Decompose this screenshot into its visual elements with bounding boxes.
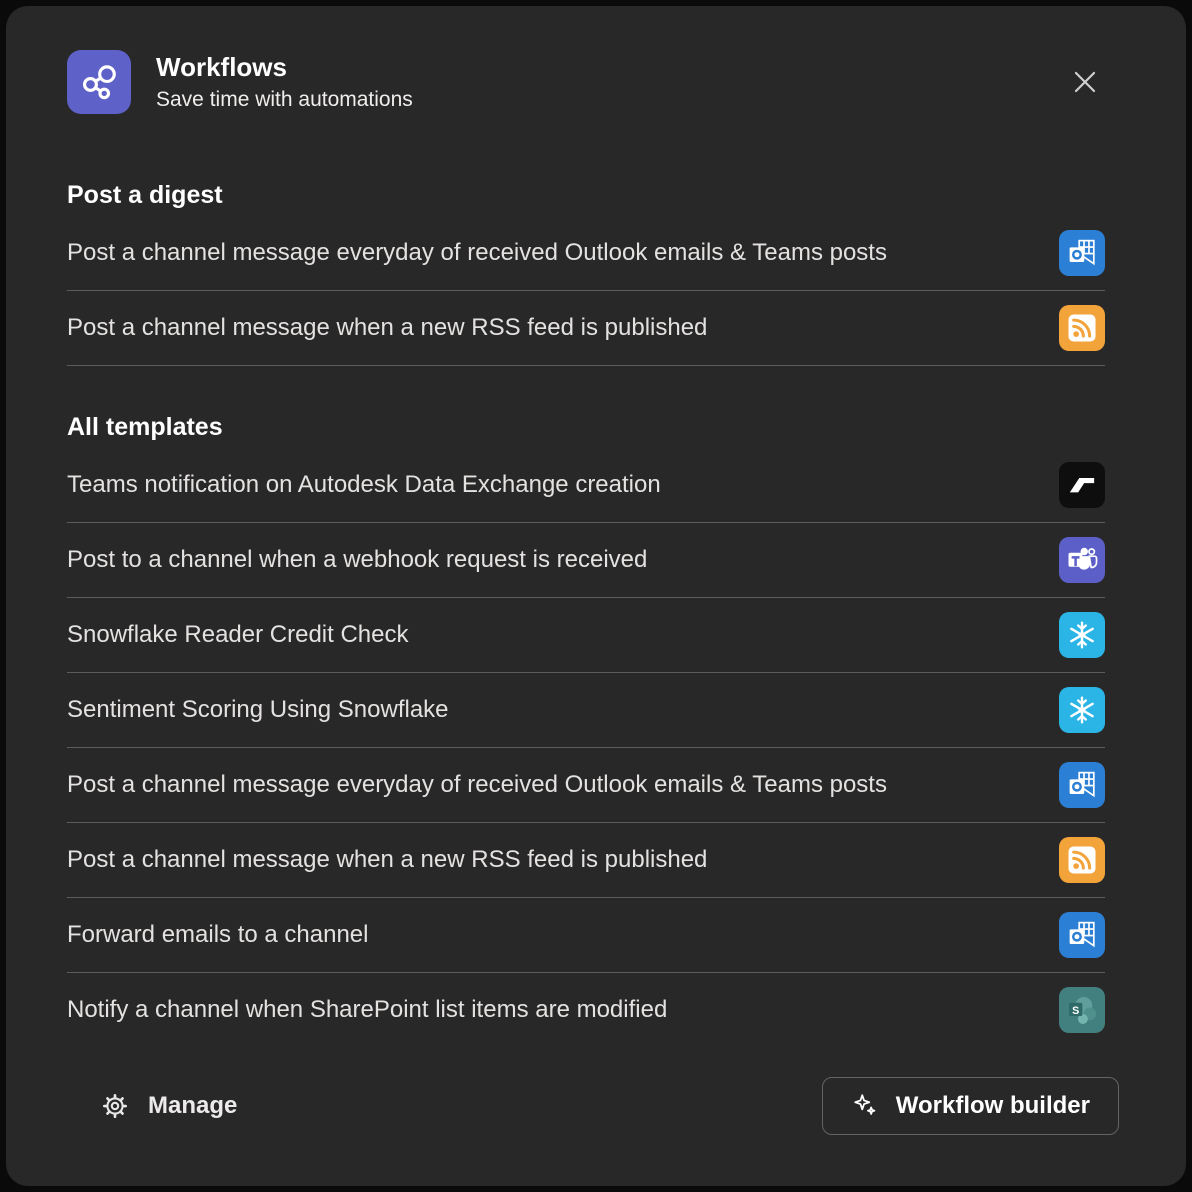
workflows-dialog: Workflows Save time with automations Pos… — [6, 6, 1186, 1186]
rss-icon — [1059, 305, 1105, 351]
section-heading: All templates — [67, 412, 1105, 442]
workflow-item[interactable]: Snowflake Reader Credit Check — [67, 598, 1105, 673]
section-list: Teams notification on Autodesk Data Exch… — [67, 448, 1105, 1047]
workflow-item[interactable]: Teams notification on Autodesk Data Exch… — [67, 448, 1105, 523]
section-list: Post a channel message everyday of recei… — [67, 216, 1105, 366]
workflow-section: All templates Teams notification on Auto… — [67, 412, 1105, 1047]
autodesk-icon — [1059, 462, 1105, 508]
workflow-item-label: Snowflake Reader Credit Check — [67, 621, 1049, 649]
header-text: Workflows Save time with automations — [156, 52, 413, 112]
sparkles-icon — [851, 1091, 881, 1121]
workflow-item[interactable]: Post a channel message everyday of recei… — [67, 748, 1105, 823]
workflow-item[interactable]: Post a channel message when a new RSS fe… — [67, 291, 1105, 366]
workflow-item-label: Notify a channel when SharePoint list it… — [67, 996, 1049, 1024]
workflow-item[interactable]: Post to a channel when a webhook request… — [67, 523, 1105, 598]
section-heading: Post a digest — [67, 180, 1105, 210]
workflow-item-label: Teams notification on Autodesk Data Exch… — [67, 471, 1049, 499]
workflow-item[interactable]: Notify a channel when SharePoint list it… — [67, 973, 1105, 1047]
workflow-item[interactable]: Post a channel message when a new RSS fe… — [67, 823, 1105, 898]
close-button[interactable] — [1063, 60, 1107, 104]
snowflake-icon — [1059, 687, 1105, 733]
snowflake-icon — [1059, 612, 1105, 658]
gear-icon — [100, 1091, 130, 1121]
dialog-footer: Manage Workflow builder — [6, 1047, 1186, 1135]
workflow-item-label: Forward emails to a channel — [67, 921, 1049, 949]
workflow-item-label: Post a channel message when a new RSS fe… — [67, 314, 1049, 342]
close-icon — [1067, 64, 1103, 100]
sharepoint-icon — [1059, 987, 1105, 1033]
page-subtitle: Save time with automations — [156, 88, 413, 112]
workflow-item[interactable]: Post a channel message everyday of recei… — [67, 216, 1105, 291]
workflow-item-label: Sentiment Scoring Using Snowflake — [67, 696, 1049, 724]
workflow-item-label: Post a channel message everyday of recei… — [67, 771, 1049, 799]
sections: Post a digest Post a channel message eve… — [6, 180, 1186, 1047]
outlook-icon — [1059, 230, 1105, 276]
workflow-builder-label: Workflow builder — [896, 1092, 1090, 1120]
manage-button-label: Manage — [148, 1092, 237, 1120]
workflow-item-label: Post a channel message when a new RSS fe… — [67, 846, 1049, 874]
workflow-item[interactable]: Sentiment Scoring Using Snowflake — [67, 673, 1105, 748]
page-title: Workflows — [156, 52, 413, 83]
outlook-icon — [1059, 912, 1105, 958]
workflow-item[interactable]: Forward emails to a channel — [67, 898, 1105, 973]
workflow-item-label: Post a channel message everyday of recei… — [67, 239, 1049, 267]
manage-button[interactable]: Manage — [100, 1091, 237, 1121]
workflow-section: Post a digest Post a channel message eve… — [67, 180, 1105, 366]
workflows-icon — [67, 50, 131, 114]
outlook-icon — [1059, 762, 1105, 808]
workflow-builder-button[interactable]: Workflow builder — [822, 1077, 1119, 1135]
workflow-item-label: Post to a channel when a webhook request… — [67, 546, 1049, 574]
dialog-header: Workflows Save time with automations — [6, 6, 1186, 114]
teams-icon — [1059, 537, 1105, 583]
rss-icon — [1059, 837, 1105, 883]
